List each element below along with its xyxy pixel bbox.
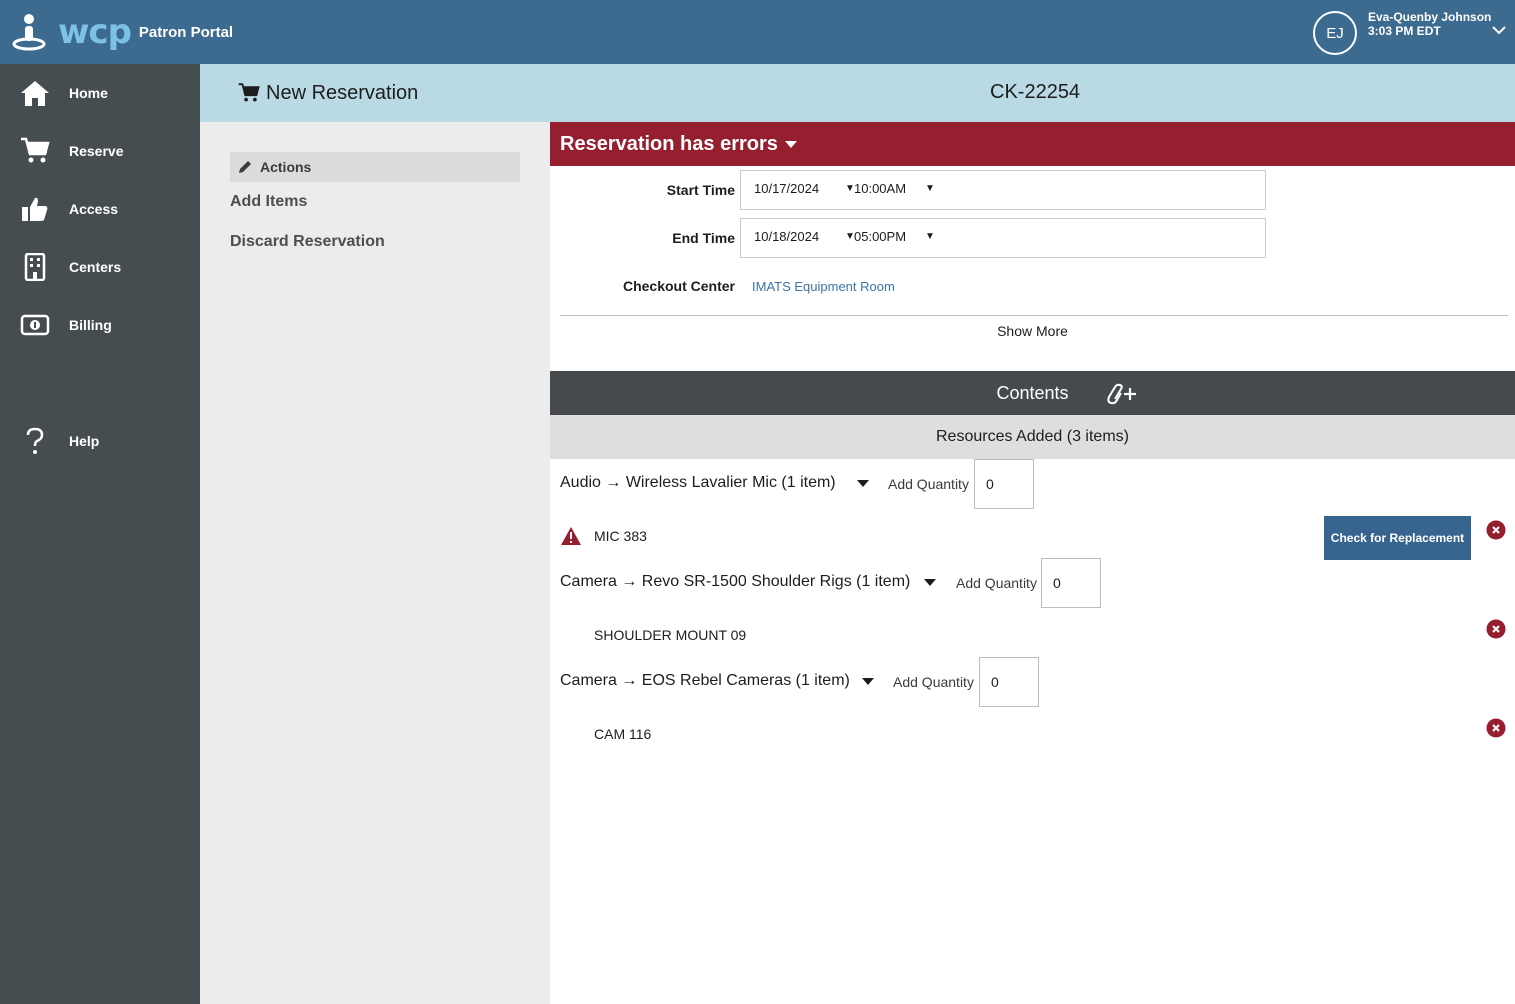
end-time-label: End Time <box>672 230 735 246</box>
sidebar-item-label: Help <box>69 433 100 449</box>
resource-group-title: Camera → EOS Rebel Cameras (1 item) <box>560 672 850 689</box>
sidebar-item-access[interactable]: Access <box>0 189 200 229</box>
warning-icon <box>561 527 581 545</box>
page-title-text: New Reservation <box>266 81 419 104</box>
sidebar-item-billing[interactable]: Billing <box>0 305 200 345</box>
sidebar-item-reserve[interactable]: Reserve <box>0 131 200 171</box>
contents-title: Contents <box>996 383 1069 403</box>
chevron-down-icon[interactable] <box>1491 24 1507 36</box>
caret-down-icon[interactable] <box>856 478 870 488</box>
end-time-picker[interactable]: 10/18/2024 ▼ 05:00PM ▼ <box>740 218 1266 258</box>
avatar[interactable]: EJ <box>1313 11 1357 55</box>
money-icon <box>20 310 50 340</box>
actions-heading-label: Actions <box>260 159 312 175</box>
start-time-label: Start Time <box>666 182 735 198</box>
brand-wordmark: wcp <box>58 12 132 52</box>
user-menu[interactable]: EJ Eva-Quenby Johnson 3:03 PM EDT <box>1305 0 1515 64</box>
start-date-value[interactable]: 10/17/2024 <box>754 181 819 196</box>
home-icon <box>20 78 50 108</box>
sidebar-item-label: Reserve <box>69 143 124 159</box>
building-icon <box>20 252 50 282</box>
actions-heading: Actions <box>230 152 520 182</box>
start-time-value[interactable]: 10:00AM <box>854 181 906 196</box>
divider <box>560 315 1508 316</box>
actions-panel: Actions Add Items Discard Reservation <box>200 122 550 1004</box>
sidebar-nav: Home Reserve Access Centers Billing Help <box>0 64 200 1004</box>
add-quantity-label: Add Quantity <box>893 674 974 690</box>
quantity-input[interactable] <box>1041 558 1101 608</box>
cart-icon <box>238 83 260 102</box>
caret-down-icon[interactable] <box>861 676 875 686</box>
reservation-id: CK-22254 <box>990 81 1081 103</box>
resource-group-title: Camera → Revo SR-1500 Shoulder Rigs (1 i… <box>560 573 911 590</box>
portal-label: Patron Portal <box>138 23 234 41</box>
end-date-value[interactable]: 10/18/2024 <box>754 229 819 244</box>
add-quantity-label: Add Quantity <box>888 476 969 492</box>
discard-reservation-link[interactable]: Discard Reservation <box>230 233 385 251</box>
resources-count: Resources Added (3 items) <box>936 428 1129 445</box>
caret-down-icon[interactable]: ▼ <box>925 231 935 242</box>
attach-add-icon[interactable] <box>1105 383 1139 405</box>
resources-summary: Resources Added (3 items) <box>550 415 1515 459</box>
quantity-input[interactable] <box>974 459 1034 509</box>
remove-icon[interactable] <box>1486 718 1506 738</box>
sidebar-item-label: Billing <box>69 317 112 333</box>
end-time-value[interactable]: 05:00PM <box>854 229 906 244</box>
contents-header: Contents <box>550 371 1515 415</box>
thumbs-up-icon <box>20 194 50 224</box>
sidebar-item-label: Home <box>69 85 108 101</box>
caret-down-icon <box>784 141 797 148</box>
pencil-icon <box>239 161 251 173</box>
start-time-picker[interactable]: 10/17/2024 ▼ 10:00AM ▼ <box>740 170 1266 210</box>
caret-down-icon[interactable] <box>923 577 937 587</box>
remove-icon[interactable] <box>1486 520 1506 540</box>
page-title: New Reservation <box>238 80 418 106</box>
person-pin-icon <box>12 14 46 51</box>
sidebar-item-help[interactable]: Help <box>0 421 200 461</box>
sidebar-item-label: Access <box>69 201 119 217</box>
brand-logo[interactable]: wcp Patron Portal <box>12 12 233 52</box>
errors-label: Reservation has errors <box>560 132 778 155</box>
checkout-center-label: Checkout Center <box>622 278 735 294</box>
add-items-link[interactable]: Add Items <box>230 193 307 211</box>
remove-icon[interactable] <box>1486 619 1506 639</box>
resource-item-name: MIC 383 <box>594 528 647 544</box>
add-quantity-label: Add Quantity <box>956 575 1037 591</box>
top-bar: wcp Patron Portal EJ Eva-Quenby Johnson … <box>0 0 1515 64</box>
caret-down-icon[interactable]: ▼ <box>925 183 935 194</box>
resource-item-name: SHOULDER MOUNT 09 <box>594 627 747 643</box>
reservation-main: Reservation has errors Start Time 10/17/… <box>550 122 1515 1004</box>
errors-banner[interactable]: Reservation has errors <box>550 122 1515 166</box>
quantity-input[interactable] <box>979 657 1039 707</box>
resource-group-title: Audio → Wireless Lavalier Mic (1 item) <box>560 474 836 491</box>
page-header: New Reservation CK-22254 <box>200 64 1515 122</box>
question-icon <box>20 426 50 456</box>
user-name: Eva-Quenby Johnson <box>1368 10 1492 24</box>
sidebar-item-home[interactable]: Home <box>0 73 200 113</box>
user-time: 3:03 PM EDT <box>1368 24 1441 38</box>
sidebar-item-label: Centers <box>69 259 122 275</box>
resource-item-name: CAM 116 <box>594 726 652 742</box>
sidebar-item-centers[interactable]: Centers <box>0 247 200 287</box>
show-more-link[interactable]: Show More <box>550 323 1515 339</box>
checkout-center-link[interactable]: IMATS Equipment Room <box>752 279 895 294</box>
check-replacement-button[interactable]: Check for Replacement <box>1324 516 1471 560</box>
cart-icon <box>20 136 50 166</box>
